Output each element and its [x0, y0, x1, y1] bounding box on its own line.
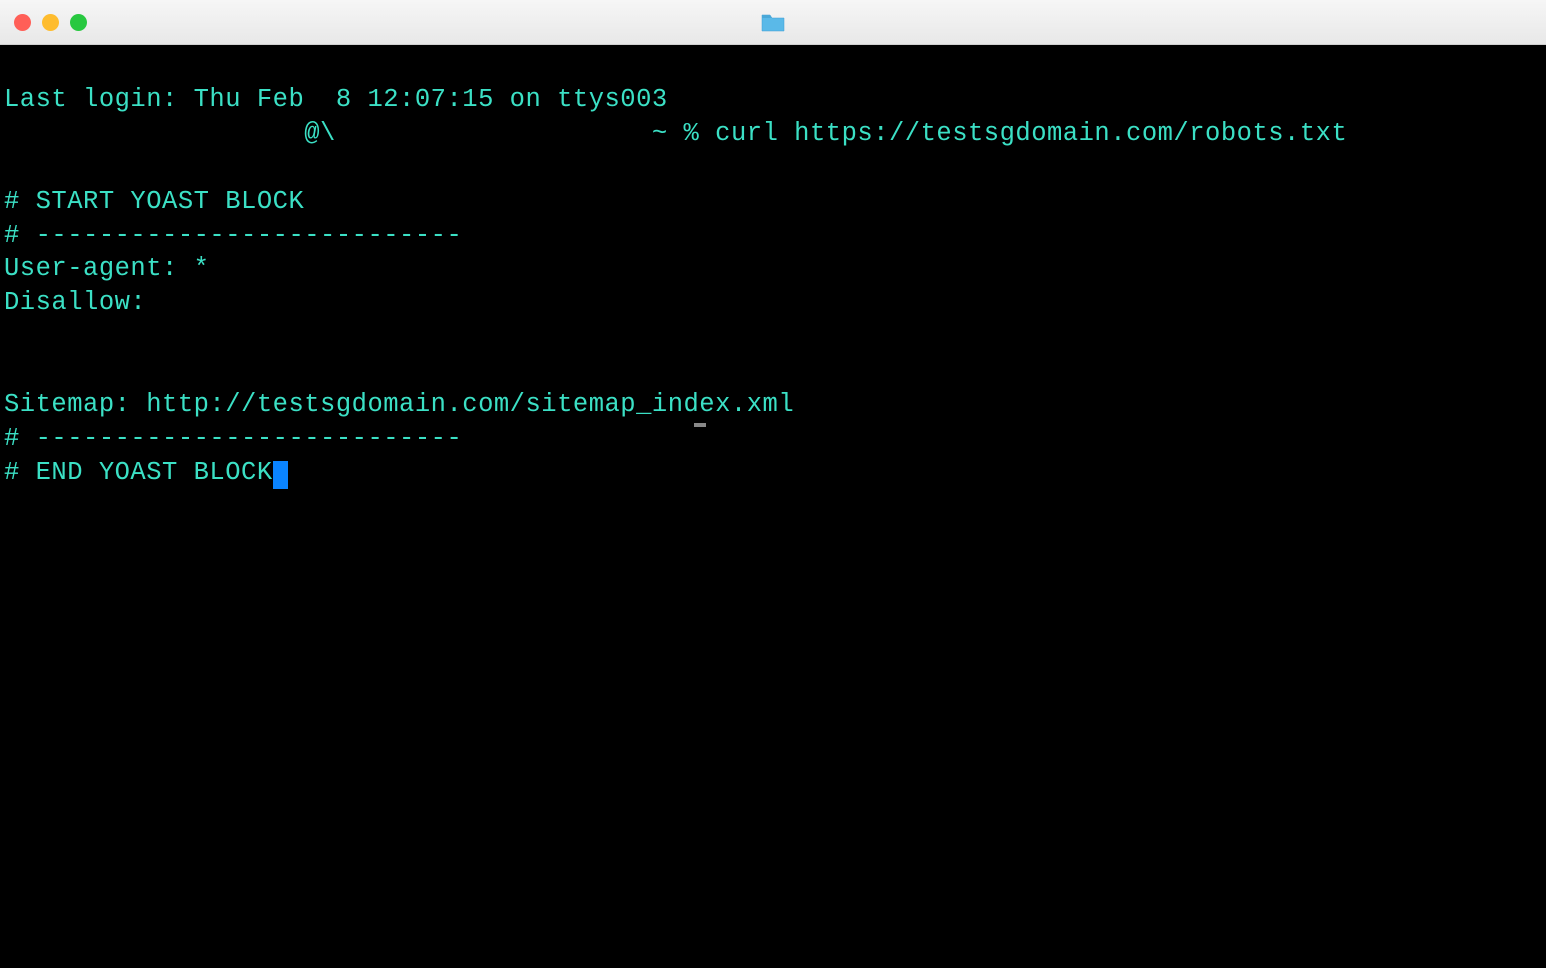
window-titlebar [0, 0, 1546, 45]
last-login-line: Last login: Thu Feb 8 12:07:15 on ttys00… [4, 85, 668, 114]
output-line-3: User-agent: * [4, 254, 209, 283]
output-line-4: Disallow: [4, 288, 146, 317]
output-line-7: Sitemap: http://testsgdomain.com/sitemap… [4, 390, 794, 419]
user-host: @\ [304, 119, 336, 148]
prompt-line: @\ ~ % curl https://testsgdomain.com/rob… [4, 117, 1542, 151]
close-button[interactable] [14, 14, 31, 31]
window-controls [14, 14, 87, 31]
prompt-path: ~ % [652, 119, 699, 148]
minimize-button[interactable] [42, 14, 59, 31]
folder-icon [760, 11, 786, 33]
output-line-9: # END YOAST BLOCK [4, 458, 273, 487]
terminal-content[interactable]: Last login: Thu Feb 8 12:07:15 on ttys00… [0, 45, 1546, 968]
maximize-button[interactable] [70, 14, 87, 31]
dim-cursor [694, 423, 706, 427]
output-line-8: # --------------------------- [4, 424, 462, 453]
cursor-block [273, 461, 288, 489]
output-line-2: # --------------------------- [4, 221, 462, 250]
output-line-1: # START YOAST BLOCK [4, 187, 304, 216]
command-text: curl https://testsgdomain.com/robots.txt [715, 119, 1347, 148]
